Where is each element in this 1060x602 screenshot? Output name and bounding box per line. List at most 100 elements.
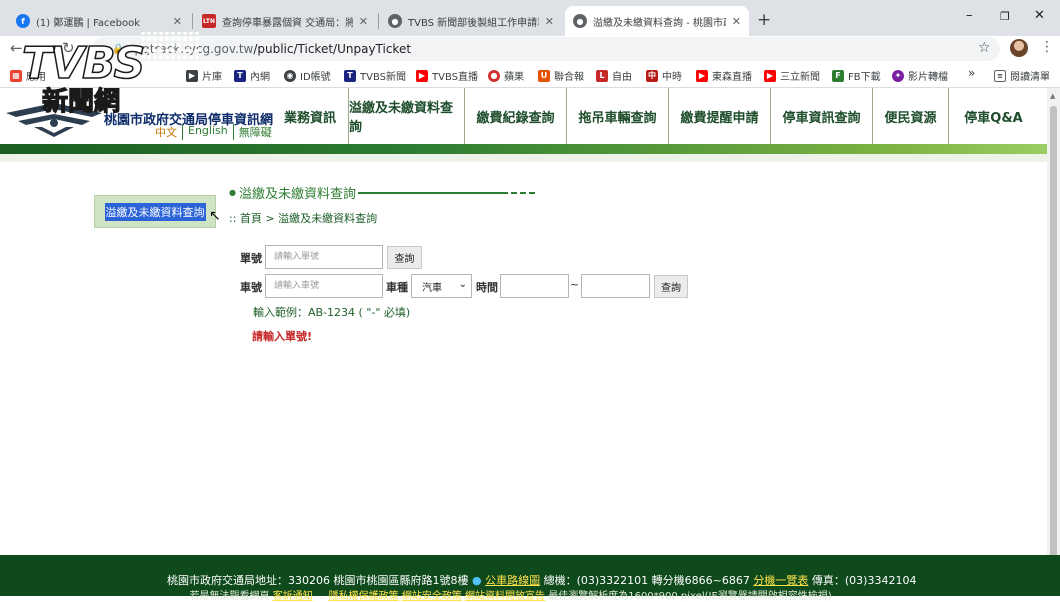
browser-tab-active[interactable]: ● 溢繳及未繳資料查詢 - 桃園市政府 ✕ <box>565 6 749 36</box>
browser-tab-tvbs[interactable]: ● TVBS 新聞部後製組工作申請單系統 ✕ <box>380 6 562 36</box>
convert-icon: ✦ <box>892 69 904 82</box>
address-bar[interactable]: 🔒 pqtrack.tycg.gov.tw /public/Ticket/Unp… <box>92 37 1000 61</box>
bookmark-label: 自由 <box>612 72 632 83</box>
youtube-icon: ▶ <box>696 69 708 82</box>
close-window-button[interactable]: ✕ <box>1034 8 1045 23</box>
minimize-button[interactable]: – <box>966 8 973 23</box>
extension-list-link[interactable]: 分機一覽表 <box>753 574 808 587</box>
lock-icon: 🔒 <box>112 43 125 55</box>
menu-kebab-icon[interactable]: ⋮ <box>1040 39 1054 55</box>
web-page: 桃園市政府交通局停車資訊網 中文 English 無障礙 業務資訊 溢繳及未繳資… <box>0 88 1047 554</box>
ltn-icon: L <box>596 69 608 82</box>
mouse-cursor-icon: ↖ <box>209 208 221 224</box>
bus-route-map-link[interactable]: 公車路線圖 <box>485 574 540 587</box>
breadcrumb-home-link[interactable]: 首頁 <box>240 212 262 225</box>
bookmark-label: 中時 <box>662 72 682 83</box>
new-tab-button[interactable]: + <box>757 10 771 30</box>
chevron-down-icon: ⌄ <box>458 279 467 290</box>
bookmark-item[interactable]: T 內網 <box>234 68 270 83</box>
bookmark-item[interactable]: L 自由 <box>596 68 632 83</box>
nav-overpaid-unpaid-query[interactable]: 溢繳及未繳資料查詢 <box>348 88 464 144</box>
map-pin-icon: ● <box>471 574 482 587</box>
apple-icon: ● <box>488 69 500 82</box>
vehicle-type-value: 汽車 <box>422 282 442 294</box>
ticket-query-button[interactable]: 查詢 <box>387 246 422 269</box>
bookmark-label: 片庫 <box>202 72 222 83</box>
bookmark-item[interactable]: ▶ 片庫 <box>186 68 222 83</box>
privacy-policy-link[interactable]: 隱私權保護政策 <box>329 591 399 602</box>
title-dash <box>511 191 537 194</box>
ticket-number-input[interactable]: 請輸入單號 <box>265 245 383 269</box>
reading-list-icon: ≡ <box>994 69 1006 82</box>
breadcrumb-prefix: :: <box>229 212 237 225</box>
bookmark-label: 三立新聞 <box>780 72 820 83</box>
open-data-link[interactable]: 網站資料開放宣告 <box>465 591 545 602</box>
footer-contact-line: 桃園市政府交通局地址：330206 桃園市桃園區縣府路1號8樓 ● 公車路線圖 … <box>167 572 916 588</box>
tab-title: TVBS 新聞部後製組工作申請單系統 <box>408 17 539 29</box>
time-end-input[interactable] <box>581 274 650 298</box>
bookmark-item[interactable]: ◉ ID帳號 <box>284 68 331 83</box>
back-arrow-icon[interactable]: ← <box>10 39 23 57</box>
bookmark-item[interactable]: F FB下載 <box>832 68 881 83</box>
tab-title: 查詢停車暴露個資 交通局：將修正 <box>222 17 353 29</box>
time-label: 時間 <box>476 281 498 294</box>
tab-divider <box>378 13 379 29</box>
nav-payment-record-query[interactable]: 繳費紀錄查詢 <box>464 88 566 144</box>
breadcrumb-separator: > <box>265 212 275 225</box>
bookmark-label: 東森直播 <box>712 72 752 83</box>
close-icon[interactable]: ✕ <box>173 15 182 28</box>
nav-payment-reminder[interactable]: 繳費提醒申請 <box>668 88 770 144</box>
sidebar-item-label: 溢繳及未繳資料查詢 <box>104 202 206 221</box>
maximize-button[interactable]: ❐ <box>1000 10 1010 23</box>
breadcrumb-current[interactable]: 溢繳及未繳資料查詢 <box>278 212 377 225</box>
bookmark-item[interactable]: ● 蘋果 <box>488 68 524 83</box>
bookmark-star-icon[interactable]: ☆ <box>978 40 991 56</box>
nav-parking-info-query[interactable]: 停車資訊查詢 <box>770 88 872 144</box>
bookmark-item[interactable]: ▶ 東森直播 <box>696 68 752 83</box>
lang-accessibility[interactable]: 無障礙 <box>232 124 277 140</box>
lang-english[interactable]: English <box>182 124 233 140</box>
complaint-notice-link[interactable]: 客訴通知 <box>273 591 313 602</box>
bookmark-item[interactable]: ▶ TVBS直播 <box>416 68 478 83</box>
tab-title: 溢繳及未繳資料查詢 - 桃園市政府 <box>593 17 726 29</box>
forward-arrow-icon[interactable]: → <box>36 39 49 57</box>
bookmark-item[interactable]: U 聯合報 <box>538 68 584 83</box>
bookmark-label: 內網 <box>250 72 270 83</box>
plate-number-input[interactable]: 請輸入車號 <box>265 274 383 298</box>
scroll-up-arrow-icon[interactable]: ▲ <box>1050 92 1055 100</box>
browser-tab-ltn[interactable]: LTN 查詢停車暴露個資 交通局：將修正 ✕ <box>194 6 376 36</box>
close-icon[interactable]: ✕ <box>732 15 741 28</box>
taoyuan-logo-emblem[interactable] <box>4 93 104 141</box>
close-icon[interactable]: ✕ <box>359 15 368 28</box>
bookmark-label: TVBS新聞 <box>360 72 406 83</box>
time-start-input[interactable] <box>500 274 569 298</box>
nav-parking-faq[interactable]: 停車Q&A <box>948 88 1038 144</box>
bullet-icon: ● <box>229 188 236 197</box>
nav-public-resources[interactable]: 便民資源 <box>872 88 948 144</box>
bookmark-label: 蘋果 <box>504 72 524 83</box>
lang-chinese[interactable]: 中文 <box>150 124 182 140</box>
close-icon[interactable]: ✕ <box>545 15 554 28</box>
bookmark-item[interactable]: T TVBS新聞 <box>344 68 406 83</box>
bookmark-item[interactable]: ✦ 影片轉檔 <box>892 68 948 83</box>
vehicle-type-select[interactable]: 汽車 ⌄ <box>411 274 472 298</box>
bookmarks-bar: ▦ 應用 ▶ 片庫 T 內網 ◉ ID帳號 T TVBS新聞 ▶ TVBS直播 … <box>0 62 1060 88</box>
sidebar-item-overpaid-unpaid-query[interactable]: 溢繳及未繳資料查詢 <box>94 195 216 228</box>
browser-tab-facebook[interactable]: f (1) 鄭運鵬 | Facebook ✕ <box>8 6 190 36</box>
language-switcher: 中文 English 無障礙 <box>150 124 277 140</box>
plate-query-button[interactable]: 查詢 <box>654 275 688 298</box>
page-scrollbar[interactable]: ▲ <box>1047 88 1060 561</box>
profile-avatar[interactable] <box>1010 39 1028 57</box>
nav-towed-vehicle-query[interactable]: 拖吊車輛查詢 <box>566 88 668 144</box>
bookmarks-overflow-button[interactable]: » <box>968 66 975 80</box>
bookmark-item[interactable]: 中 中時 <box>646 68 682 83</box>
reading-list-button[interactable]: ≡ 閱讀清單 <box>994 68 1050 83</box>
nav-business-info[interactable]: 業務資訊 <box>272 88 348 144</box>
main-navigation: 業務資訊 溢繳及未繳資料查詢 繳費紀錄查詢 拖吊車輛查詢 繳費提醒申請 停車資訊… <box>272 88 1038 144</box>
bookmark-item[interactable]: ▶ 三立新聞 <box>764 68 820 83</box>
bookmark-apps[interactable]: ▦ 應用 <box>10 68 46 83</box>
reload-icon[interactable]: ↻ <box>62 39 75 57</box>
security-policy-link[interactable]: 網站安全政策 <box>402 591 462 602</box>
browser-tab-strip: f (1) 鄭運鵬 | Facebook ✕ LTN 查詢停車暴露個資 交通局：… <box>0 0 1060 36</box>
scrollbar-thumb[interactable] <box>1050 106 1057 561</box>
